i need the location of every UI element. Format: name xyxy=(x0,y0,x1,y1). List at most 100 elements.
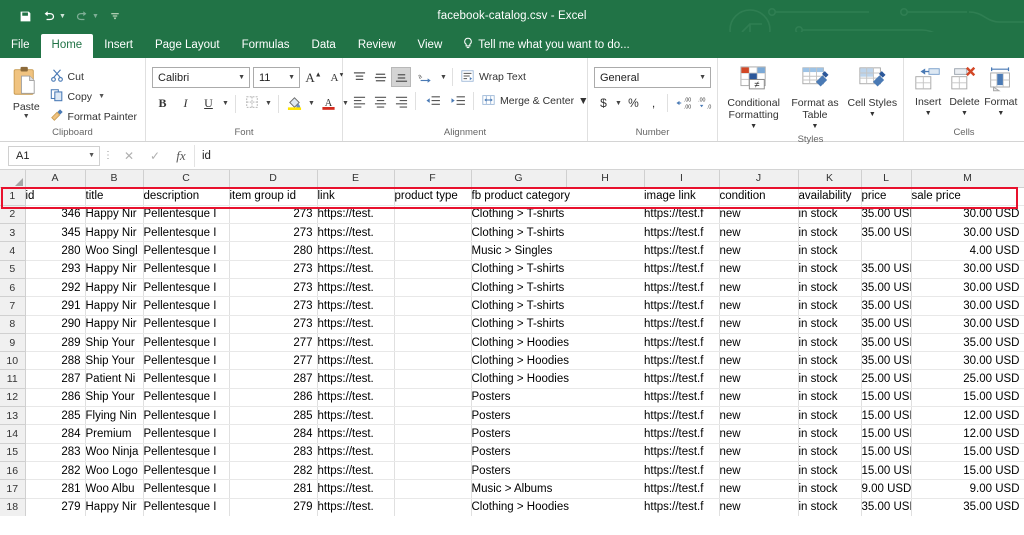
cell-k16[interactable]: 15.00 USD xyxy=(861,461,911,479)
tab-data[interactable]: Data xyxy=(301,34,347,58)
column-header-d[interactable]: D xyxy=(229,170,317,187)
cell-h10[interactable]: https://test.f xyxy=(644,352,719,370)
cell-k5[interactable]: 35.00 USD xyxy=(861,260,911,278)
cell-e15[interactable]: https://test. xyxy=(317,443,394,461)
cell-i12[interactable]: new xyxy=(719,388,798,406)
align-right-button[interactable] xyxy=(391,91,411,111)
cell-d2[interactable]: 273 xyxy=(229,205,317,223)
cell-b16[interactable]: Woo Logo xyxy=(85,461,143,479)
cell-g3[interactable]: Clothing > T-shirts xyxy=(471,224,644,242)
cell-b18[interactable]: Happy Nir xyxy=(85,498,143,516)
cell-a4[interactable]: 280 xyxy=(25,242,85,260)
cell-c4[interactable]: Pellentesque I xyxy=(143,242,229,260)
cell-k15[interactable]: 15.00 USD xyxy=(861,443,911,461)
cell-b12[interactable]: Ship Your xyxy=(85,388,143,406)
cell-e13[interactable]: https://test. xyxy=(317,407,394,425)
tab-page-layout[interactable]: Page Layout xyxy=(144,34,231,58)
cell-l5[interactable]: 30.00 USD xyxy=(911,260,1024,278)
cell-e12[interactable]: https://test. xyxy=(317,388,394,406)
underline-button[interactable]: U xyxy=(198,93,219,114)
cell-b17[interactable]: Woo Albu xyxy=(85,480,143,498)
cell-j13[interactable]: in stock xyxy=(798,407,861,425)
cell-j12[interactable]: in stock xyxy=(798,388,861,406)
cell-b5[interactable]: Happy Nir xyxy=(85,260,143,278)
cell-l11[interactable]: 25.00 USD xyxy=(911,370,1024,388)
cell-l14[interactable]: 12.00 USD xyxy=(911,425,1024,443)
column-header-m[interactable]: M xyxy=(911,170,1024,187)
cell-b9[interactable]: Ship Your xyxy=(85,333,143,351)
cell-c2[interactable]: Pellentesque I xyxy=(143,205,229,223)
cell-b1[interactable]: title xyxy=(85,187,143,205)
cell-b7[interactable]: Happy Nir xyxy=(85,297,143,315)
cell-a14[interactable]: 284 xyxy=(25,425,85,443)
cell-l13[interactable]: 12.00 USD xyxy=(911,407,1024,425)
cell-k14[interactable]: 15.00 USD xyxy=(861,425,911,443)
conditional-formatting-button[interactable]: ≠ Conditional Formatting ▼ xyxy=(724,65,783,133)
cell-j4[interactable]: in stock xyxy=(798,242,861,260)
cell-a13[interactable]: 285 xyxy=(25,407,85,425)
cell-l10[interactable]: 30.00 USD xyxy=(911,352,1024,370)
increase-indent-button[interactable] xyxy=(445,91,469,111)
cell-a9[interactable]: 289 xyxy=(25,333,85,351)
cell-i6[interactable]: new xyxy=(719,278,798,296)
cell-d4[interactable]: 280 xyxy=(229,242,317,260)
cell-l18[interactable]: 35.00 USD xyxy=(911,498,1024,516)
row-header-17[interactable]: 17 xyxy=(0,480,25,498)
cell-e16[interactable]: https://test. xyxy=(317,461,394,479)
row-header-12[interactable]: 12 xyxy=(0,388,25,406)
percent-style-button[interactable]: % xyxy=(624,93,643,113)
cell-h9[interactable]: https://test.f xyxy=(644,333,719,351)
column-header-e[interactable]: E xyxy=(317,170,394,187)
cell-j17[interactable]: in stock xyxy=(798,480,861,498)
format-as-table-caret[interactable]: ▼ xyxy=(811,121,818,133)
cell-j6[interactable]: in stock xyxy=(798,278,861,296)
fill-color-button[interactable] xyxy=(284,93,305,114)
format-painter-button[interactable]: Format Painter xyxy=(47,107,140,126)
row-header-4[interactable]: 4 xyxy=(0,242,25,260)
cancel-entry-icon[interactable]: ✕ xyxy=(116,145,142,167)
cell-c11[interactable]: Pellentesque I xyxy=(143,370,229,388)
cell-c7[interactable]: Pellentesque I xyxy=(143,297,229,315)
accounting-dropdown-caret[interactable]: ▼ xyxy=(614,100,623,107)
cell-c8[interactable]: Pellentesque I xyxy=(143,315,229,333)
tab-view[interactable]: View xyxy=(407,34,454,58)
cell-k3[interactable]: 35.00 USD xyxy=(861,224,911,242)
cell-g6[interactable]: Clothing > T-shirts xyxy=(471,278,644,296)
cell-j7[interactable]: in stock xyxy=(798,297,861,315)
cell-f4[interactable] xyxy=(394,242,471,260)
font-color-button[interactable]: A xyxy=(318,93,339,114)
font-size-select[interactable]: 11 ▼ xyxy=(253,67,300,88)
row-header-6[interactable]: 6 xyxy=(0,278,25,296)
row-header-18[interactable]: 18 xyxy=(0,498,25,516)
cell-c17[interactable]: Pellentesque I xyxy=(143,480,229,498)
cell-h8[interactable]: https://test.f xyxy=(644,315,719,333)
formula-bar-expand-handle[interactable]: ⋮ xyxy=(100,150,116,161)
row-header-2[interactable]: 2 xyxy=(0,205,25,223)
cell-k11[interactable]: 25.00 USD xyxy=(861,370,911,388)
cell-b10[interactable]: Ship Your xyxy=(85,352,143,370)
cell-styles-caret[interactable]: ▼ xyxy=(869,109,876,121)
cell-g5[interactable]: Clothing > T-shirts xyxy=(471,260,644,278)
underline-dropdown-caret[interactable]: ▼ xyxy=(221,100,230,107)
merge-center-dropdown-caret[interactable]: ▼ xyxy=(578,95,588,107)
cell-d1[interactable]: item group id xyxy=(229,187,317,205)
cell-f17[interactable] xyxy=(394,480,471,498)
cell-j8[interactable]: in stock xyxy=(798,315,861,333)
orientation-dropdown-caret[interactable]: ▼ xyxy=(439,74,448,81)
cell-h7[interactable]: https://test.f xyxy=(644,297,719,315)
cell-a12[interactable]: 286 xyxy=(25,388,85,406)
accounting-format-button[interactable]: $ xyxy=(594,93,613,113)
align-center-button[interactable] xyxy=(370,91,390,111)
merge-center-button[interactable]: Merge & Center ▼ xyxy=(478,91,592,111)
align-left-button[interactable] xyxy=(349,91,369,111)
tab-home[interactable]: Home xyxy=(41,34,94,58)
cell-j11[interactable]: in stock xyxy=(798,370,861,388)
insert-function-icon[interactable]: fx xyxy=(168,145,194,167)
cell-c6[interactable]: Pellentesque I xyxy=(143,278,229,296)
cell-g1[interactable]: fb product category xyxy=(471,187,644,205)
cell-k6[interactable]: 35.00 USD xyxy=(861,278,911,296)
align-bottom-button[interactable] xyxy=(391,67,411,87)
font-name-select[interactable]: Calibri ▼ xyxy=(152,67,250,88)
tab-file[interactable]: File xyxy=(0,34,41,58)
cell-a17[interactable]: 281 xyxy=(25,480,85,498)
